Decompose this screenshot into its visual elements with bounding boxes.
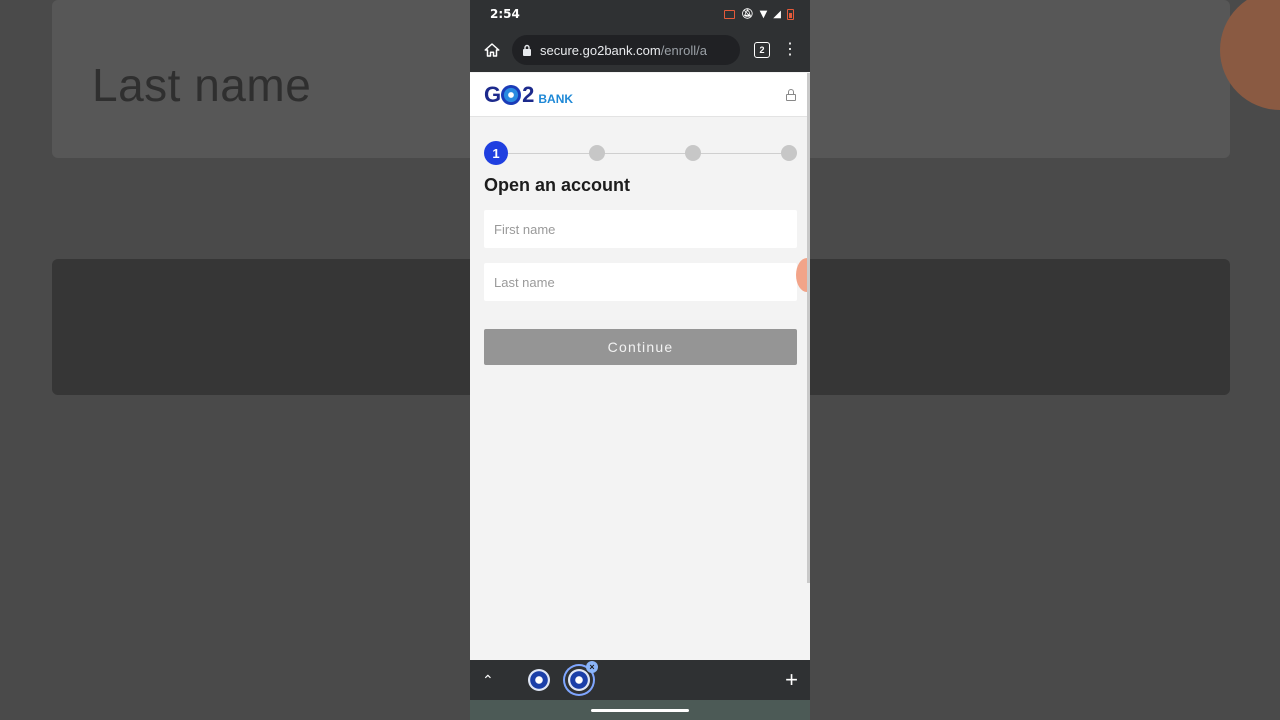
phone-screen: 2:54 🔕︎ ▼ ◢ secure.go2bank.com/enroll/a … <box>470 0 810 720</box>
lock-icon <box>786 88 796 101</box>
gesture-nav-bar <box>470 700 810 720</box>
cast-icon <box>723 9 735 19</box>
first-name-input[interactable] <box>494 221 787 237</box>
status-time: 2:54 <box>490 7 520 21</box>
battery-icon <box>787 8 794 20</box>
browser-toolbar: secure.go2bank.com/enroll/a 2 ⋮ <box>470 28 810 72</box>
signal-icon: ◢ <box>773 8 781 20</box>
tab-strip: ⌃ × + <box>470 660 810 700</box>
background-last-name-label: Last name <box>92 59 312 111</box>
tab-favicon-1[interactable] <box>528 669 550 691</box>
home-button[interactable] <box>482 40 502 60</box>
step-3 <box>685 145 701 161</box>
stepper-line <box>496 153 789 154</box>
site-header: G2 BANK <box>470 73 810 117</box>
logo-bank-text: BANK <box>538 91 574 106</box>
step-1-active: 1 <box>484 141 508 165</box>
tab-switcher-button[interactable]: 2 <box>754 42 770 58</box>
scrollbar[interactable] <box>807 73 810 583</box>
address-bar[interactable]: secure.go2bank.com/enroll/a <box>512 35 740 65</box>
go2bank-logo[interactable]: G2 BANK <box>484 82 573 108</box>
continue-button[interactable]: Continue <box>484 329 797 365</box>
status-bar: 2:54 🔕︎ ▼ ◢ <box>470 0 810 28</box>
page-title: Open an account <box>484 175 631 195</box>
url-domain: secure.go2bank.com <box>540 42 661 58</box>
chevron-up-icon[interactable]: ⌃ <box>482 672 498 689</box>
url-path: /enroll/a <box>660 42 707 58</box>
last-name-input[interactable] <box>494 274 787 290</box>
home-indicator[interactable] <box>591 708 689 712</box>
new-tab-icon[interactable]: + <box>785 669 798 691</box>
mute-icon: 🔕︎ <box>740 8 754 20</box>
last-name-field[interactable] <box>484 263 797 301</box>
status-icons: 🔕︎ ▼ ◢ <box>723 8 794 20</box>
tab-favicon-2-selected[interactable]: × <box>568 661 598 691</box>
logo-orb-icon <box>501 84 522 105</box>
first-name-field[interactable] <box>484 210 797 248</box>
secure-lock-icon <box>523 44 531 56</box>
progress-stepper: 1 <box>484 141 797 171</box>
step-2 <box>589 145 605 161</box>
step-4 <box>781 145 797 161</box>
home-icon <box>484 43 500 57</box>
overflow-menu-icon[interactable]: ⋮ <box>780 42 800 58</box>
wifi-icon: ▼ <box>759 8 768 20</box>
logo-wordmark: G2 <box>484 81 534 107</box>
close-tab-icon[interactable]: × <box>586 661 598 673</box>
